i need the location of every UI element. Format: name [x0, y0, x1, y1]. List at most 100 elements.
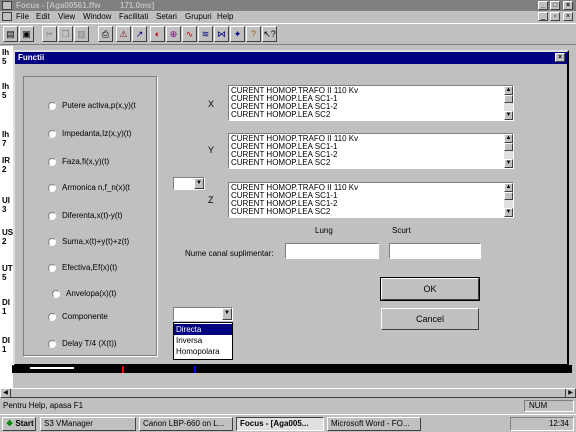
maximize-icon[interactable]: □ [550, 1, 560, 10]
menu-facilitati[interactable]: Facilitati [119, 12, 148, 22]
app-icon[interactable] [2, 1, 12, 10]
lung-name-input[interactable] [285, 243, 379, 259]
list-item[interactable]: CURENT HOMOP.LEA SC2 [231, 159, 330, 167]
radio-icon[interactable] [48, 340, 56, 348]
cut-icon[interactable]: ✂ [42, 26, 57, 42]
taskbar-item-canon[interactable]: Canon LBP-660 on L... [139, 417, 233, 431]
dropdown-option-homopolara[interactable]: Homopolara [174, 346, 232, 357]
component-dropdown-list[interactable]: Directa Inversa Homopolara [173, 322, 233, 360]
scurt-label: Scurt [392, 226, 411, 235]
harmonic-order-select[interactable]: ▼ [173, 177, 205, 190]
functii-dialog: Functii × Putere activa,p(x,y)(t Impedan… [13, 50, 569, 366]
phasor-icon[interactable]: ◐ [150, 26, 165, 42]
menu-view[interactable]: View [58, 12, 75, 22]
radio-label: Diferenta,x(t)-y(t) [62, 211, 123, 220]
paste-icon[interactable]: ▥ [74, 26, 89, 42]
radio-label: Efectiva,Ef(x)(t) [62, 263, 118, 272]
context-help-icon[interactable]: ↖? [262, 26, 277, 42]
child-restore-icon[interactable]: ▫ [550, 12, 560, 21]
ok-button-label: OK [423, 284, 437, 294]
function-group: Putere activa,p(x,y)(t Impedanta,Iz(x,y)… [23, 76, 157, 356]
radio-icon[interactable] [48, 212, 56, 220]
navigate-icon[interactable]: ✦ [230, 26, 245, 42]
menu-edit[interactable]: Edit [36, 12, 50, 22]
menu-help[interactable]: Help [217, 12, 233, 22]
print-icon[interactable]: ⎙ [98, 26, 113, 42]
trend-icon[interactable]: ∿ [182, 26, 197, 42]
scroll-thumb[interactable] [504, 95, 513, 103]
dropdown-option-inversa[interactable]: Inversa [174, 335, 232, 346]
z-axis-label: Z [208, 195, 214, 205]
list-item[interactable]: CURENT HOMOP.LEA SC2 [231, 111, 330, 119]
cursor-icon[interactable]: ↗ [132, 26, 147, 42]
radio-icon[interactable] [52, 290, 60, 298]
scroll-up-icon[interactable]: ▲ [504, 134, 513, 143]
scroll-up-icon[interactable]: ▲ [504, 183, 513, 192]
menu-grupuri[interactable]: Grupuri [185, 12, 212, 22]
start-button[interactable]: ❖ Start [2, 417, 36, 431]
scurt-name-input[interactable] [389, 243, 481, 259]
scroll-left-icon[interactable]: ◀ [1, 389, 11, 397]
x-axis-label: X [208, 99, 215, 109]
radio-icon[interactable] [48, 102, 56, 110]
harmonics-icon[interactable]: ≋ [198, 26, 213, 42]
y-channel-list[interactable]: CURENT HOMOP.TRAFO II 110 Kv CURENT HOMO… [228, 133, 514, 169]
chevron-down-icon[interactable]: ▼ [222, 308, 232, 320]
scroll-right-icon[interactable]: ▶ [565, 389, 575, 397]
save-icon[interactable]: ▣ [19, 26, 34, 42]
radio-icon[interactable] [48, 158, 56, 166]
app-title: Focus - [Aga00561.ffw [16, 1, 101, 10]
ok-button[interactable]: OK [380, 277, 480, 301]
radio-icon[interactable] [48, 313, 56, 321]
menu-setari[interactable]: Setari [156, 12, 177, 22]
y-list-scrollbar[interactable]: ▲ ▼ [504, 134, 513, 168]
channel-label: DI 1 [2, 336, 10, 354]
app-title-bar: Focus - [Aga00561.ffw 171.0ms] _ □ × [0, 0, 576, 11]
document-icon[interactable] [2, 12, 12, 21]
z-list-scrollbar[interactable]: ▲ ▼ [504, 183, 513, 217]
list-item[interactable]: CURENT HOMOP.LEA SC2 [231, 208, 330, 216]
taskbar-item-s3-vmanager[interactable]: S3 VManager [40, 417, 136, 431]
menu-window[interactable]: Window [83, 12, 111, 22]
cancel-button[interactable]: Cancel [381, 308, 479, 330]
dialog-close-icon[interactable]: × [555, 53, 565, 62]
filter-icon[interactable]: ⋈ [214, 26, 229, 42]
scroll-down-icon[interactable]: ▼ [504, 159, 513, 168]
help-icon[interactable]: ? [246, 26, 261, 42]
scroll-down-icon[interactable]: ▼ [504, 111, 513, 120]
cursor-marker-red [122, 365, 124, 373]
dropdown-option-directa[interactable]: Directa [174, 324, 232, 335]
radio-icon[interactable] [48, 238, 56, 246]
radio-icon[interactable] [48, 130, 56, 138]
channel-label: Ih 5 [2, 48, 10, 66]
radio-label: Suma,x(t)+y(t)+z(t) [62, 237, 130, 246]
x-list-scrollbar[interactable]: ▲ ▼ [504, 86, 513, 120]
status-bar: Pentru Help, apasa F1 NUM [0, 399, 576, 413]
child-minimize-icon[interactable]: _ [538, 12, 548, 21]
scroll-thumb[interactable] [504, 192, 513, 200]
z-channel-list[interactable]: CURENT HOMOP.TRAFO II 110 Kv CURENT HOMO… [228, 182, 514, 218]
chevron-down-icon[interactable]: ▼ [194, 178, 204, 189]
close-icon[interactable]: × [563, 1, 573, 10]
toolbar: ▤ ▣ ✂ ❐ ▥ ⎙ ⚠ ↗ ◐ ⊕ ∿ ≋ ⋈ ✦ ? ↖? [0, 23, 576, 45]
radio-icon[interactable] [48, 264, 56, 272]
scroll-up-icon[interactable]: ▲ [504, 86, 513, 95]
measure-icon[interactable]: ⚠ [116, 26, 131, 42]
zoom-icon[interactable]: ⊕ [166, 26, 181, 42]
copy-icon[interactable]: ❐ [58, 26, 73, 42]
taskbar-item-focus[interactable]: Focus - [Aga005... [236, 417, 324, 431]
scroll-down-icon[interactable]: ▼ [504, 208, 513, 217]
scroll-thumb[interactable] [504, 143, 513, 151]
channel-name-label: Nume canal suplimentar: [185, 249, 274, 258]
taskbar-item-word[interactable]: Microsoft Word - FO... [327, 417, 421, 431]
component-select[interactable]: ▼ [173, 307, 233, 321]
menu-file[interactable]: File [16, 12, 29, 22]
child-close-icon[interactable]: × [563, 12, 573, 21]
y-axis-label: Y [208, 145, 215, 155]
horizontal-scrollbar[interactable]: ◀ ▶ [0, 388, 576, 398]
cancel-button-label: Cancel [415, 314, 444, 324]
x-channel-list[interactable]: CURENT HOMOP.TRAFO II 110 Kv CURENT HOMO… [228, 85, 514, 121]
radio-icon[interactable] [48, 184, 56, 192]
open-icon[interactable]: ▤ [3, 26, 18, 42]
minimize-icon[interactable]: _ [538, 1, 548, 10]
